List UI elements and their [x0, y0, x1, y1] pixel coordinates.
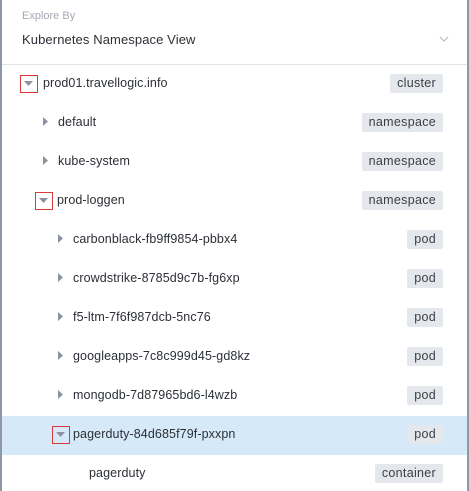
caret-right-icon[interactable]	[53, 309, 71, 327]
explore-by-value: Kubernetes Namespace View	[22, 32, 196, 47]
tree-row-pod[interactable]: mongodb-7d87965bd6-l4wzb pod	[2, 377, 467, 416]
tree-row-pod-selected[interactable]: pagerduty-84d685f79f-pxxpn pod	[2, 416, 467, 455]
caret-down-icon[interactable]	[52, 426, 70, 444]
type-badge: namespace	[361, 152, 443, 171]
type-badge: container	[374, 464, 443, 483]
tree-row-label: crowdstrike-8785d9c7b-fg6xp	[73, 271, 240, 285]
explore-by-section: Explore By Kubernetes Namespace View	[2, 0, 467, 66]
tree-row-label: kube-system	[58, 154, 130, 168]
chevron-down-icon	[439, 36, 449, 42]
explore-by-dropdown[interactable]: Kubernetes Namespace View	[2, 24, 467, 56]
type-badge: pod	[407, 269, 443, 288]
tree-row-pod[interactable]: f5-ltm-7f6f987dcb-5nc76 pod	[2, 299, 467, 338]
tree-row-label: googleapps-7c8c999d45-gd8kz	[73, 349, 251, 363]
tree-row-label: prod01.travellogic.info	[43, 76, 168, 90]
caret-down-icon[interactable]	[35, 192, 53, 210]
type-badge: pod	[407, 308, 443, 327]
tree-row-pod[interactable]: googleapps-7c8c999d45-gd8kz pod	[2, 338, 467, 377]
caret-down-icon[interactable]	[20, 75, 38, 93]
type-badge: cluster	[390, 74, 443, 93]
tree-row-label: default	[58, 115, 97, 129]
type-badge: pod	[407, 347, 443, 366]
caret-right-icon[interactable]	[53, 231, 71, 249]
tree-row-namespace[interactable]: prod-loggen namespace	[2, 182, 467, 221]
tree-row-label: pagerduty-84d685f79f-pxxpn	[73, 427, 236, 441]
tree-row-namespace[interactable]: kube-system namespace	[2, 143, 467, 182]
caret-right-icon[interactable]	[53, 387, 71, 405]
explore-panel: Explore By Kubernetes Namespace View pro…	[0, 0, 469, 491]
caret-right-icon[interactable]	[53, 348, 71, 366]
type-badge: pod	[407, 425, 443, 444]
tree-row-pod[interactable]: carbonblack-fb9ff9854-pbbx4 pod	[2, 221, 467, 260]
type-badge: pod	[407, 230, 443, 249]
tree-row-cluster[interactable]: prod01.travellogic.info cluster	[2, 65, 467, 104]
type-badge: pod	[407, 386, 443, 405]
tree-row-label: prod-loggen	[57, 193, 125, 207]
tree-row-label: pagerduty	[89, 466, 146, 480]
tree-row-label: carbonblack-fb9ff9854-pbbx4	[73, 232, 238, 246]
caret-right-icon[interactable]	[38, 153, 56, 171]
type-badge: namespace	[361, 113, 443, 132]
tree-row-label: f5-ltm-7f6f987dcb-5nc76	[73, 310, 211, 324]
type-badge: namespace	[361, 191, 443, 210]
tree-row-pod[interactable]: crowdstrike-8785d9c7b-fg6xp pod	[2, 260, 467, 299]
explore-by-label: Explore By	[22, 10, 76, 22]
caret-right-icon[interactable]	[38, 114, 56, 132]
tree-row-label: mongodb-7d87965bd6-l4wzb	[73, 388, 238, 402]
caret-right-icon[interactable]	[53, 270, 71, 288]
tree-row-namespace[interactable]: default namespace	[2, 104, 467, 143]
tree-row-container[interactable]: pagerduty container	[2, 455, 467, 491]
